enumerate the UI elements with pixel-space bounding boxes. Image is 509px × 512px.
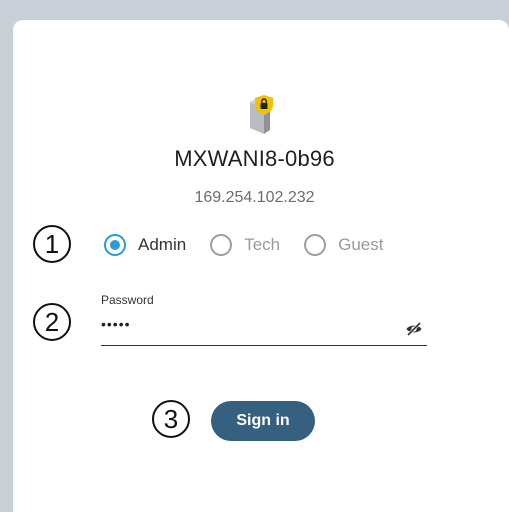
role-radio-tech[interactable]: Tech [210, 234, 280, 256]
password-label: Password [101, 293, 154, 307]
device-ip: 169.254.102.232 [194, 189, 315, 206]
radio-unchecked-icon[interactable] [210, 234, 233, 256]
role-radio-admin[interactable]: Admin [104, 234, 186, 256]
radio-unchecked-icon[interactable] [304, 234, 327, 256]
role-radio-group: Admin Tech Guest [104, 234, 407, 256]
signin-button[interactable]: Sign in [211, 401, 315, 441]
password-field[interactable]: ••••• [101, 312, 427, 346]
role-label-tech: Tech [244, 235, 281, 254]
role-label-admin: Admin [138, 235, 187, 254]
step-marker-1: 1 [33, 225, 71, 263]
role-radio-guest[interactable]: Guest [304, 234, 383, 256]
radio-checked-icon[interactable] [104, 234, 126, 256]
device-lock-icon [250, 95, 273, 134]
password-value[interactable]: ••••• [101, 316, 131, 332]
step-marker-3: 3 [152, 400, 190, 438]
eye-off-icon[interactable] [405, 321, 423, 337]
role-label-guest: Guest [338, 235, 384, 254]
device-name: MXWANI8-0b96 [174, 146, 335, 171]
step-marker-2: 2 [33, 303, 71, 341]
